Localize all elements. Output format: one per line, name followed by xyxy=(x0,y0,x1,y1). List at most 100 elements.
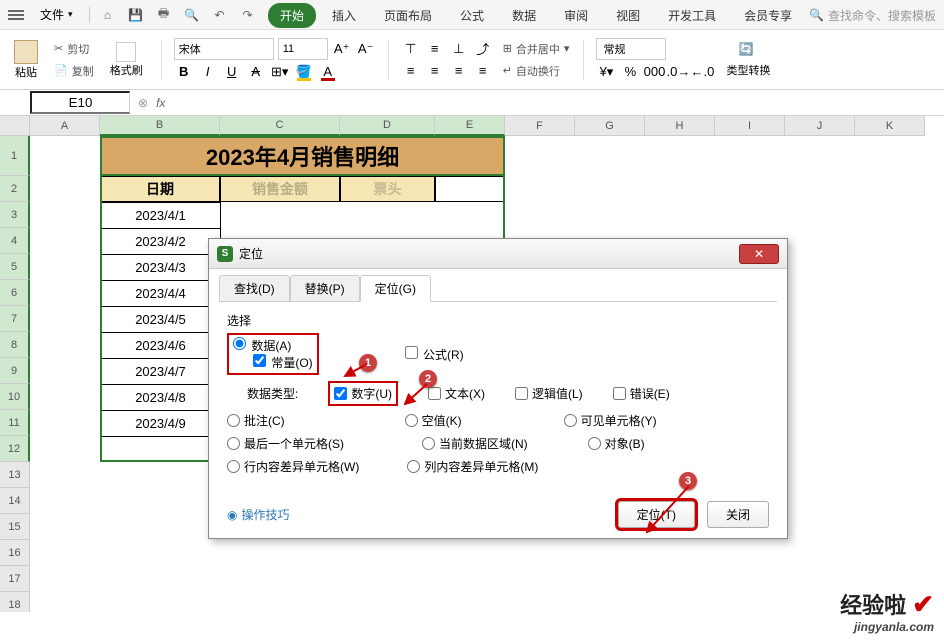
date-cell[interactable]: 2023/4/7 xyxy=(101,358,221,384)
check-number[interactable]: 数字(U) xyxy=(334,385,392,402)
date-cell[interactable]: 2023/4/8 xyxy=(101,384,221,410)
copy-button[interactable]: 📄 复制 xyxy=(52,61,96,81)
radio-comment[interactable]: 批注(C) xyxy=(227,412,285,429)
col-header[interactable]: E xyxy=(435,116,505,136)
header-date[interactable]: 日期 xyxy=(100,176,220,202)
row-header[interactable]: 9 xyxy=(0,358,30,384)
bold-button[interactable]: B xyxy=(174,62,194,82)
tab-layout[interactable]: 页面布局 xyxy=(372,3,444,28)
row-header[interactable]: 16 xyxy=(0,540,30,566)
row-header[interactable]: 7 xyxy=(0,306,30,332)
row-header[interactable]: 11 xyxy=(0,410,30,436)
tab-data[interactable]: 数据 xyxy=(500,3,548,28)
select-all-corner[interactable] xyxy=(0,116,30,136)
font-size-select[interactable] xyxy=(278,38,328,60)
col-header[interactable]: C xyxy=(220,116,340,136)
col-header[interactable]: A xyxy=(30,116,100,136)
cancel-icon[interactable]: ⊗ xyxy=(138,96,148,110)
font-select[interactable] xyxy=(174,38,274,60)
increase-decimal-icon[interactable]: .0→ xyxy=(668,62,688,82)
radio-data[interactable]: 数据(A) xyxy=(233,339,291,353)
row-header[interactable]: 6 xyxy=(0,280,30,306)
row-header[interactable]: 8 xyxy=(0,332,30,358)
row-header[interactable]: 5 xyxy=(0,254,30,280)
row-header[interactable]: 2 xyxy=(0,176,30,202)
col-header[interactable]: H xyxy=(645,116,715,136)
col-header[interactable]: J xyxy=(785,116,855,136)
undo-icon[interactable]: ↶ xyxy=(210,5,230,25)
col-header[interactable]: I xyxy=(715,116,785,136)
dialog-titlebar[interactable]: S 定位 ✕ xyxy=(209,239,787,269)
radio-current-region[interactable]: 当前数据区域(N) xyxy=(422,435,528,452)
date-cell[interactable]: 2023/4/3 xyxy=(101,254,221,280)
type-convert-button[interactable]: 🔄 类型转换 xyxy=(720,40,776,80)
underline-button[interactable]: U xyxy=(222,62,242,82)
file-menu[interactable]: 文件 ▾ xyxy=(32,4,81,25)
print-icon[interactable]: 🖶 xyxy=(154,5,174,25)
col-header[interactable]: D xyxy=(340,116,435,136)
orientation-icon[interactable]: ⤴ xyxy=(473,39,493,59)
align-top-icon[interactable]: ⊤ xyxy=(401,39,421,59)
radio-visible[interactable]: 可见单元格(Y) xyxy=(564,412,657,429)
check-text[interactable]: 文本(X) xyxy=(428,385,485,402)
percent-icon[interactable]: % xyxy=(620,62,640,82)
row-header[interactable]: 12 xyxy=(0,436,30,462)
align-center-icon[interactable]: ≡ xyxy=(425,61,445,81)
radio-row-diff[interactable]: 行内容差异单元格(W) xyxy=(227,458,359,475)
check-formula[interactable]: 公式(R) xyxy=(405,348,464,362)
border-button[interactable]: ⊞▾ xyxy=(270,62,290,82)
home-icon[interactable]: ⌂ xyxy=(98,5,118,25)
indent-icon[interactable]: ≡ xyxy=(473,61,493,81)
help-link[interactable]: ◉ 操作技巧 xyxy=(227,506,290,523)
tab-formula[interactable]: 公式 xyxy=(448,3,496,28)
tab-goto[interactable]: 定位(G) xyxy=(360,275,431,302)
sheet-title-cell[interactable]: 2023年4月销售明细 xyxy=(100,136,505,176)
tab-view[interactable]: 视图 xyxy=(604,3,652,28)
row-header[interactable]: 1 xyxy=(0,136,30,176)
redo-icon[interactable]: ↷ xyxy=(238,5,258,25)
tab-vip[interactable]: 会员专享 xyxy=(732,3,804,28)
row-header[interactable]: 14 xyxy=(0,488,30,514)
decrease-decimal-icon[interactable]: ←.0 xyxy=(692,62,712,82)
date-cell[interactable]: 2023/4/4 xyxy=(101,280,221,306)
col-header[interactable]: G xyxy=(575,116,645,136)
check-constant[interactable]: 常量(O) xyxy=(253,356,313,370)
row-header[interactable]: 3 xyxy=(0,202,30,228)
currency-icon[interactable]: ¥▾ xyxy=(596,62,616,82)
row-header[interactable]: 13 xyxy=(0,462,30,488)
header-amount[interactable]: 销售金额 xyxy=(220,176,340,202)
header-empty[interactable] xyxy=(435,176,505,202)
increase-font-icon[interactable]: A⁺ xyxy=(332,39,352,59)
preview-icon[interactable]: 🔍 xyxy=(182,5,202,25)
font-color-button[interactable]: A xyxy=(318,62,338,82)
close-dialog-button[interactable]: 关闭 xyxy=(707,501,769,528)
radio-last[interactable]: 最后一个单元格(S) xyxy=(227,435,344,452)
row-header[interactable]: 4 xyxy=(0,228,30,254)
row-header[interactable]: 15 xyxy=(0,514,30,540)
tab-start[interactable]: 开始 xyxy=(268,3,316,28)
date-cell[interactable]: 2023/4/5 xyxy=(101,306,221,332)
tab-insert[interactable]: 插入 xyxy=(320,3,368,28)
col-header[interactable]: B xyxy=(100,116,220,136)
menu-icon[interactable] xyxy=(8,10,24,20)
align-left-icon[interactable]: ≡ xyxy=(401,61,421,81)
tab-replace[interactable]: 替换(P) xyxy=(290,275,360,302)
fx-icon[interactable]: fx xyxy=(156,96,165,110)
tab-review[interactable]: 审阅 xyxy=(552,3,600,28)
align-middle-icon[interactable]: ≡ xyxy=(425,39,445,59)
row-header[interactable]: 17 xyxy=(0,566,30,592)
paste-button[interactable]: 粘贴 xyxy=(8,38,44,82)
header-extra[interactable]: 票头 xyxy=(340,176,435,202)
cut-button[interactable]: ✂ 剪切 xyxy=(52,39,96,59)
align-right-icon[interactable]: ≡ xyxy=(449,61,469,81)
close-button[interactable]: ✕ xyxy=(739,244,779,264)
date-cell[interactable]: 2023/4/1 xyxy=(101,202,221,228)
row-header[interactable]: 18 xyxy=(0,592,30,612)
radio-col-diff[interactable]: 列内容差异单元格(M) xyxy=(407,458,538,475)
fill-color-button[interactable]: 🪣 xyxy=(294,62,314,82)
tab-find[interactable]: 查找(D) xyxy=(219,275,290,302)
save-icon[interactable]: 💾 xyxy=(126,5,146,25)
decrease-font-icon[interactable]: A⁻ xyxy=(356,39,376,59)
number-format-select[interactable] xyxy=(596,38,666,60)
align-bottom-icon[interactable]: ⊥ xyxy=(449,39,469,59)
